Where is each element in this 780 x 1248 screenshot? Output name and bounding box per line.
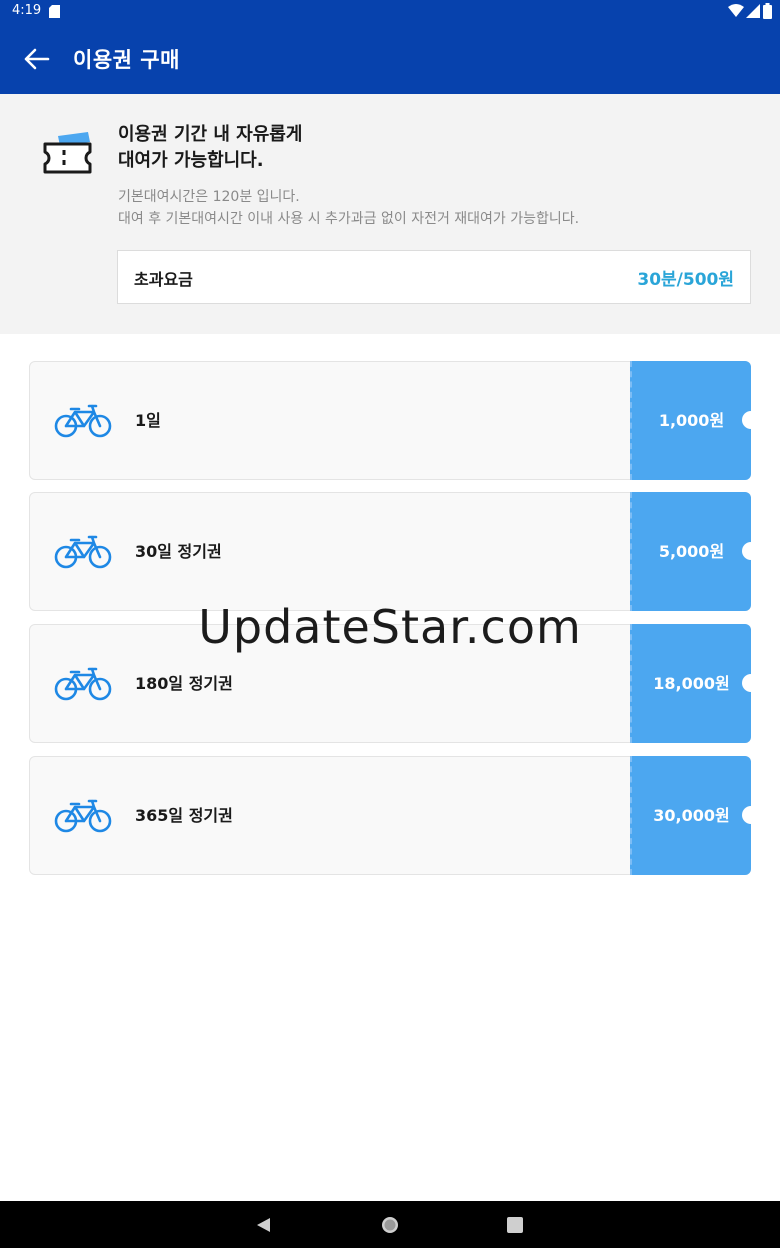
pass-name: 1일 (135, 411, 161, 430)
wifi-icon (728, 4, 744, 17)
status-bar: 4:19 (0, 0, 780, 24)
info-headline: 이용권 기간 내 자유롭게 대여가 가능합니다. (118, 122, 718, 174)
status-time: 4:19 (12, 3, 42, 18)
pass-name: 365일 정기권 (135, 806, 233, 825)
ticket-notch (742, 674, 760, 692)
sd-card-icon (49, 5, 60, 18)
ticket-notch (742, 806, 760, 824)
battery-icon (763, 3, 772, 19)
info-desc-line1: 기본대여시간은 120분 입니다. (118, 189, 300, 205)
info-description: 기본대여시간은 120분 입니다. 대여 후 기본대여시간 이내 사용 시 추가… (118, 186, 758, 230)
navigation-bar (0, 1201, 780, 1248)
bicycle-icon (54, 535, 112, 569)
nav-back-icon[interactable] (254, 1215, 274, 1235)
pass-price: 5,000원 (658, 542, 725, 561)
pass-price: 30,000원 (653, 806, 730, 825)
ticket-notch (742, 411, 760, 429)
info-headline-line1: 이용권 기간 내 자유롭게 (118, 124, 303, 145)
bicycle-icon (54, 667, 112, 701)
arrow-left-icon (24, 48, 50, 70)
overtime-fee-box: 초과요금 30분/500원 (117, 250, 751, 304)
price-tab[interactable]: 5,000원 (630, 492, 760, 611)
price-tab[interactable]: 18,000원 (630, 624, 760, 743)
page-title: 이용권 구매 (73, 48, 180, 72)
pass-price: 18,000원 (653, 674, 730, 693)
info-headline-line2: 대여가 가능합니다. (118, 150, 264, 171)
price-tab[interactable]: 1,000원 (630, 361, 760, 480)
info-desc-line2: 대여 후 기본대여시간 이내 사용 시 추가과금 없이 자전거 재대여가 가능합… (118, 211, 580, 227)
ticket-notch (742, 542, 760, 560)
nav-recents-icon[interactable] (506, 1216, 524, 1234)
pass-card-1day[interactable]: 1일 1,000원 (29, 361, 760, 480)
overtime-fee-label: 초과요금 (134, 270, 193, 289)
pass-card-30day[interactable]: 30일 정기권 5,000원 (29, 492, 760, 611)
pass-card-365day[interactable]: 365일 정기권 30,000원 (29, 756, 760, 875)
overtime-fee-value: 30분/500원 (637, 270, 734, 290)
pass-price: 1,000원 (658, 411, 725, 430)
pass-name: 180일 정기권 (135, 674, 233, 693)
back-button[interactable] (16, 41, 56, 77)
signal-icon (746, 4, 760, 18)
info-panel: 이용권 기간 내 자유롭게 대여가 가능합니다. 기본대여시간은 120분 입니… (0, 94, 780, 334)
ticket-icon (43, 132, 92, 174)
pass-card-180day[interactable]: 180일 정기권 18,000원 (29, 624, 760, 743)
app-bar: 이용권 구매 (0, 24, 780, 94)
nav-home-icon[interactable] (380, 1215, 400, 1235)
bicycle-icon (54, 404, 112, 438)
bicycle-icon (54, 799, 112, 833)
pass-name: 30일 정기권 (135, 542, 222, 561)
price-tab[interactable]: 30,000원 (630, 756, 760, 875)
